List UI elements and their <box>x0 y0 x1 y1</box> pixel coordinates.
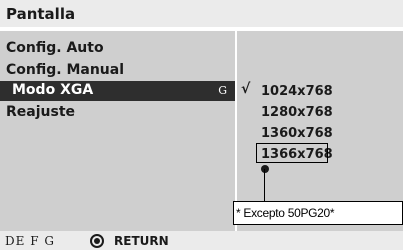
menu-item-reajuste[interactable]: Reajuste <box>6 104 75 120</box>
display-osd-menu: Pantalla Config. Auto Config. Manual Mod… <box>0 0 403 250</box>
menu-title: Pantalla <box>6 5 76 23</box>
menu-header: Pantalla <box>0 0 403 29</box>
callout-leader-line <box>264 169 265 201</box>
callout-note: * Excepto 50PG20* <box>233 201 403 225</box>
option-1024x768[interactable]: 1024x768 <box>261 84 333 99</box>
menu-item-modo-xga[interactable]: Modo XGA G <box>0 81 235 101</box>
return-label: RETURN <box>114 234 169 248</box>
option-1360x768[interactable]: 1360x768 <box>261 126 333 141</box>
menu-list: Config. Auto Config. Manual Modo XGA G R… <box>0 31 235 231</box>
nav-keys-hint: DE F G <box>5 234 55 248</box>
menu-item-config-auto[interactable]: Config. Auto <box>6 40 104 56</box>
callout-dot <box>261 165 269 173</box>
menu-footer: DE F G RETURN <box>0 231 403 250</box>
menu-item-label: Modo XGA <box>12 82 94 98</box>
menu-item-config-manual[interactable]: Config. Manual <box>6 62 124 78</box>
callout-highlight-box <box>256 143 328 163</box>
option-1280x768[interactable]: 1280x768 <box>261 105 333 120</box>
callout-note-text: * Excepto 50PG20* <box>236 206 335 220</box>
menu-item-hint: G <box>218 84 227 97</box>
check-mark: √ <box>241 81 251 97</box>
ok-circle-icon <box>90 234 104 248</box>
